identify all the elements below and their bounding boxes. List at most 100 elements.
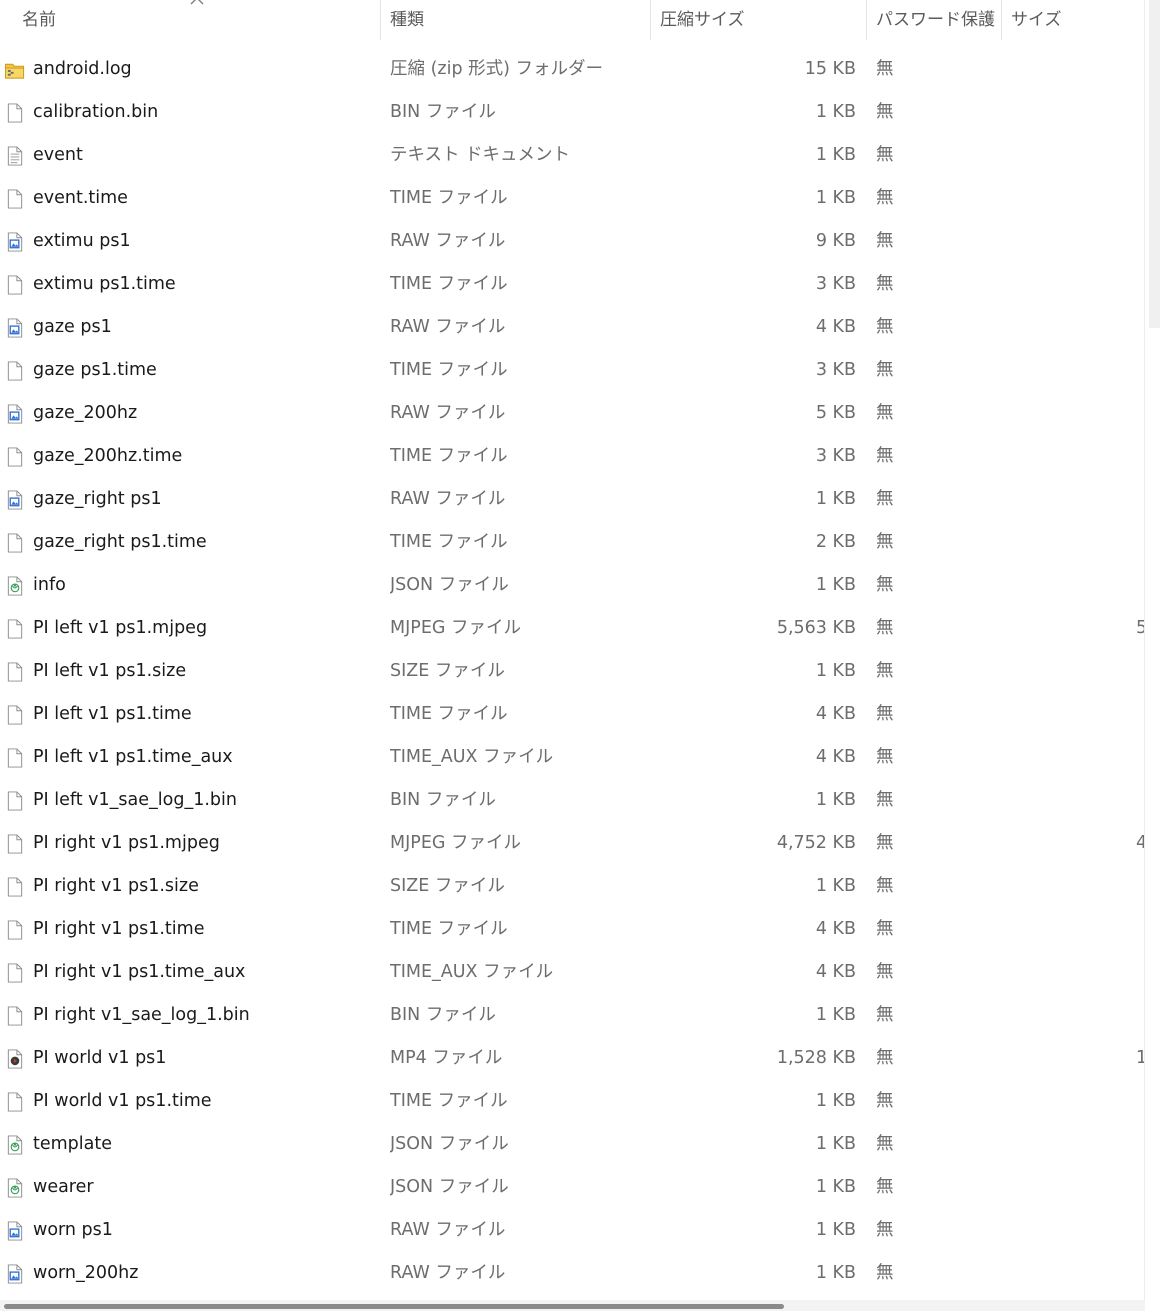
file-password-protected: 無 (876, 1134, 894, 1154)
file-row[interactable]: android.log 圧縮 (zip 形式) フォルダー 15 KB 無 (0, 48, 1145, 91)
file-type: TIME ファイル (390, 188, 508, 208)
file-compressed-size: 1 KB (815, 1263, 856, 1283)
file-row[interactable]: info JSON ファイル 1 KB 無 (0, 564, 1145, 607)
file-name: event.time (33, 188, 128, 208)
file-compressed-size: 4,752 KB (776, 833, 856, 853)
file-password-protected: 無 (876, 919, 894, 939)
file-password-protected: 無 (876, 1263, 894, 1283)
video-file-icon (7, 1049, 23, 1069)
file-row[interactable]: PI world v1 ps1 MP4 ファイル 1,528 KB 無 1 (0, 1037, 1147, 1080)
file-row[interactable]: template JSON ファイル 1 KB 無 (0, 1123, 1145, 1166)
column-header-compressed-size[interactable]: 圧縮サイズ (650, 0, 866, 40)
file-password-protected: 無 (876, 59, 894, 79)
sort-ascending-icon (190, 0, 204, 5)
file-explorer-list-view: 名前 種類 圧縮サイズ パスワード保護 サイズ android.log 圧縮 (z… (0, 0, 1161, 1311)
file-row[interactable]: event.time TIME ファイル 1 KB 無 (0, 177, 1145, 220)
file-compressed-size: 1 KB (815, 661, 856, 681)
file-row[interactable]: event テキスト ドキュメント 1 KB 無 (0, 134, 1145, 177)
file-icon (7, 834, 23, 854)
file-compressed-size: 4 KB (815, 962, 856, 982)
file-password-protected: 無 (876, 1220, 894, 1240)
column-header-name-label: 名前 (22, 10, 56, 30)
file-type: RAW ファイル (390, 1263, 506, 1283)
horizontal-scrollbar-thumb[interactable] (4, 1304, 784, 1309)
column-header-type[interactable]: 種類 (380, 0, 650, 40)
file-row[interactable]: PI world v1 ps1.time TIME ファイル 1 KB 無 (0, 1080, 1145, 1123)
file-compressed-size: 1 KB (815, 876, 856, 896)
file-compressed-size: 3 KB (815, 360, 856, 380)
file-name: PI left v1 ps1.mjpeg (33, 618, 208, 638)
file-row[interactable]: gaze_200hz.time TIME ファイル 3 KB 無 (0, 435, 1145, 478)
file-type: MP4 ファイル (390, 1048, 503, 1068)
column-header-size[interactable]: サイズ (1001, 0, 1145, 40)
file-password-protected: 無 (876, 704, 894, 724)
file-name: calibration.bin (33, 102, 159, 122)
file-compressed-size: 1 KB (815, 145, 856, 165)
file-type: TIME_AUX ファイル (390, 747, 554, 767)
file-compressed-size: 4 KB (815, 317, 856, 337)
file-password-protected: 無 (876, 360, 894, 380)
file-type: MJPEG ファイル (390, 833, 521, 853)
file-name: gaze_200hz (33, 403, 138, 423)
file-password-protected: 無 (876, 489, 894, 509)
file-row[interactable]: calibration.bin BIN ファイル 1 KB 無 (0, 91, 1145, 134)
file-row[interactable]: PI right v1 ps1.size SIZE ファイル 1 KB 無 (0, 865, 1145, 908)
file-icon (7, 361, 23, 381)
file-compressed-size: 5 KB (815, 403, 856, 423)
file-compressed-size: 3 KB (815, 274, 856, 294)
file-compressed-size: 1 KB (815, 1091, 856, 1111)
file-name: PI right v1_sae_log_1.bin (33, 1005, 250, 1025)
file-name: worn_200hz (33, 1263, 139, 1283)
file-row[interactable]: PI right v1_sae_log_1.bin BIN ファイル 1 KB 無 (0, 994, 1145, 1037)
file-row[interactable]: PI left v1 ps1.size SIZE ファイル 1 KB 無 (0, 650, 1145, 693)
file-type: JSON ファイル (390, 1177, 509, 1197)
raw-image-icon (7, 1221, 23, 1241)
file-name: worn ps1 (33, 1220, 113, 1240)
file-compressed-size: 9 KB (815, 231, 856, 251)
file-row[interactable]: PI right v1 ps1.mjpeg MJPEG ファイル 4,752 KB 無… (0, 822, 1147, 865)
file-row[interactable]: PI left v1 ps1.time_aux TIME_AUX ファイル 4 KB… (0, 736, 1145, 779)
file-password-protected: 無 (876, 274, 894, 294)
file-row[interactable]: gaze_200hz RAW ファイル 5 KB 無 (0, 392, 1145, 435)
file-row[interactable]: gaze_right ps1.time TIME ファイル 2 KB 無 (0, 521, 1145, 564)
file-password-protected: 無 (876, 1091, 894, 1111)
file-name: PI world v1 ps1.time (33, 1091, 212, 1111)
file-row[interactable]: worn_200hz RAW ファイル 1 KB 無 (0, 1252, 1145, 1295)
file-name: template (33, 1134, 112, 1154)
file-row[interactable]: gaze_right ps1 RAW ファイル 1 KB 無 (0, 478, 1145, 521)
column-header-password[interactable]: パスワード保護 (866, 0, 1001, 40)
file-compressed-size: 1 KB (815, 1220, 856, 1240)
file-row[interactable]: PI right v1 ps1.time TIME ファイル 4 KB 無 (0, 908, 1145, 951)
file-compressed-size: 1 KB (815, 188, 856, 208)
file-name: extimu ps1 (33, 231, 131, 251)
file-row[interactable]: PI left v1 ps1.time TIME ファイル 4 KB 無 (0, 693, 1145, 736)
file-type: TIME ファイル (390, 360, 508, 380)
file-row[interactable]: PI left v1 ps1.mjpeg MJPEG ファイル 5,563 KB 無 5 (0, 607, 1147, 650)
file-type: 圧縮 (zip 形式) フォルダー (390, 59, 603, 79)
file-name: PI left v1_sae_log_1.bin (33, 790, 237, 810)
vertical-scrollbar-thumb[interactable] (1149, 0, 1160, 328)
file-password-protected: 無 (876, 1005, 894, 1025)
file-name: PI right v1 ps1.time (33, 919, 205, 939)
file-password-protected: 無 (876, 145, 894, 165)
column-header-type-label: 種類 (390, 10, 424, 30)
column-header-name[interactable]: 名前 (12, 0, 380, 40)
file-name: extimu ps1.time (33, 274, 176, 294)
file-row[interactable]: extimu ps1.time TIME ファイル 3 KB 無 (0, 263, 1145, 306)
file-compressed-size: 4 KB (815, 704, 856, 724)
file-type: BIN ファイル (390, 1005, 496, 1025)
file-row[interactable]: worn ps1 RAW ファイル 1 KB 無 (0, 1209, 1145, 1252)
file-row[interactable]: PI left v1_sae_log_1.bin BIN ファイル 1 KB 無 (0, 779, 1145, 822)
column-header-compressed-size-label: 圧縮サイズ (660, 10, 745, 30)
file-name: android.log (33, 59, 132, 79)
file-row[interactable]: PI right v1 ps1.time_aux TIME_AUX ファイル 4 K… (0, 951, 1145, 994)
raw-image-icon (7, 318, 23, 338)
file-icon (7, 920, 23, 940)
file-row[interactable]: gaze ps1.time TIME ファイル 3 KB 無 (0, 349, 1145, 392)
file-row[interactable]: wearer JSON ファイル 1 KB 無 (0, 1166, 1145, 1209)
file-type: TIME ファイル (390, 532, 508, 552)
file-password-protected: 無 (876, 575, 894, 595)
file-row[interactable]: gaze ps1 RAW ファイル 4 KB 無 (0, 306, 1145, 349)
file-name: PI right v1 ps1.size (33, 876, 199, 896)
file-row[interactable]: extimu ps1 RAW ファイル 9 KB 無 (0, 220, 1145, 263)
